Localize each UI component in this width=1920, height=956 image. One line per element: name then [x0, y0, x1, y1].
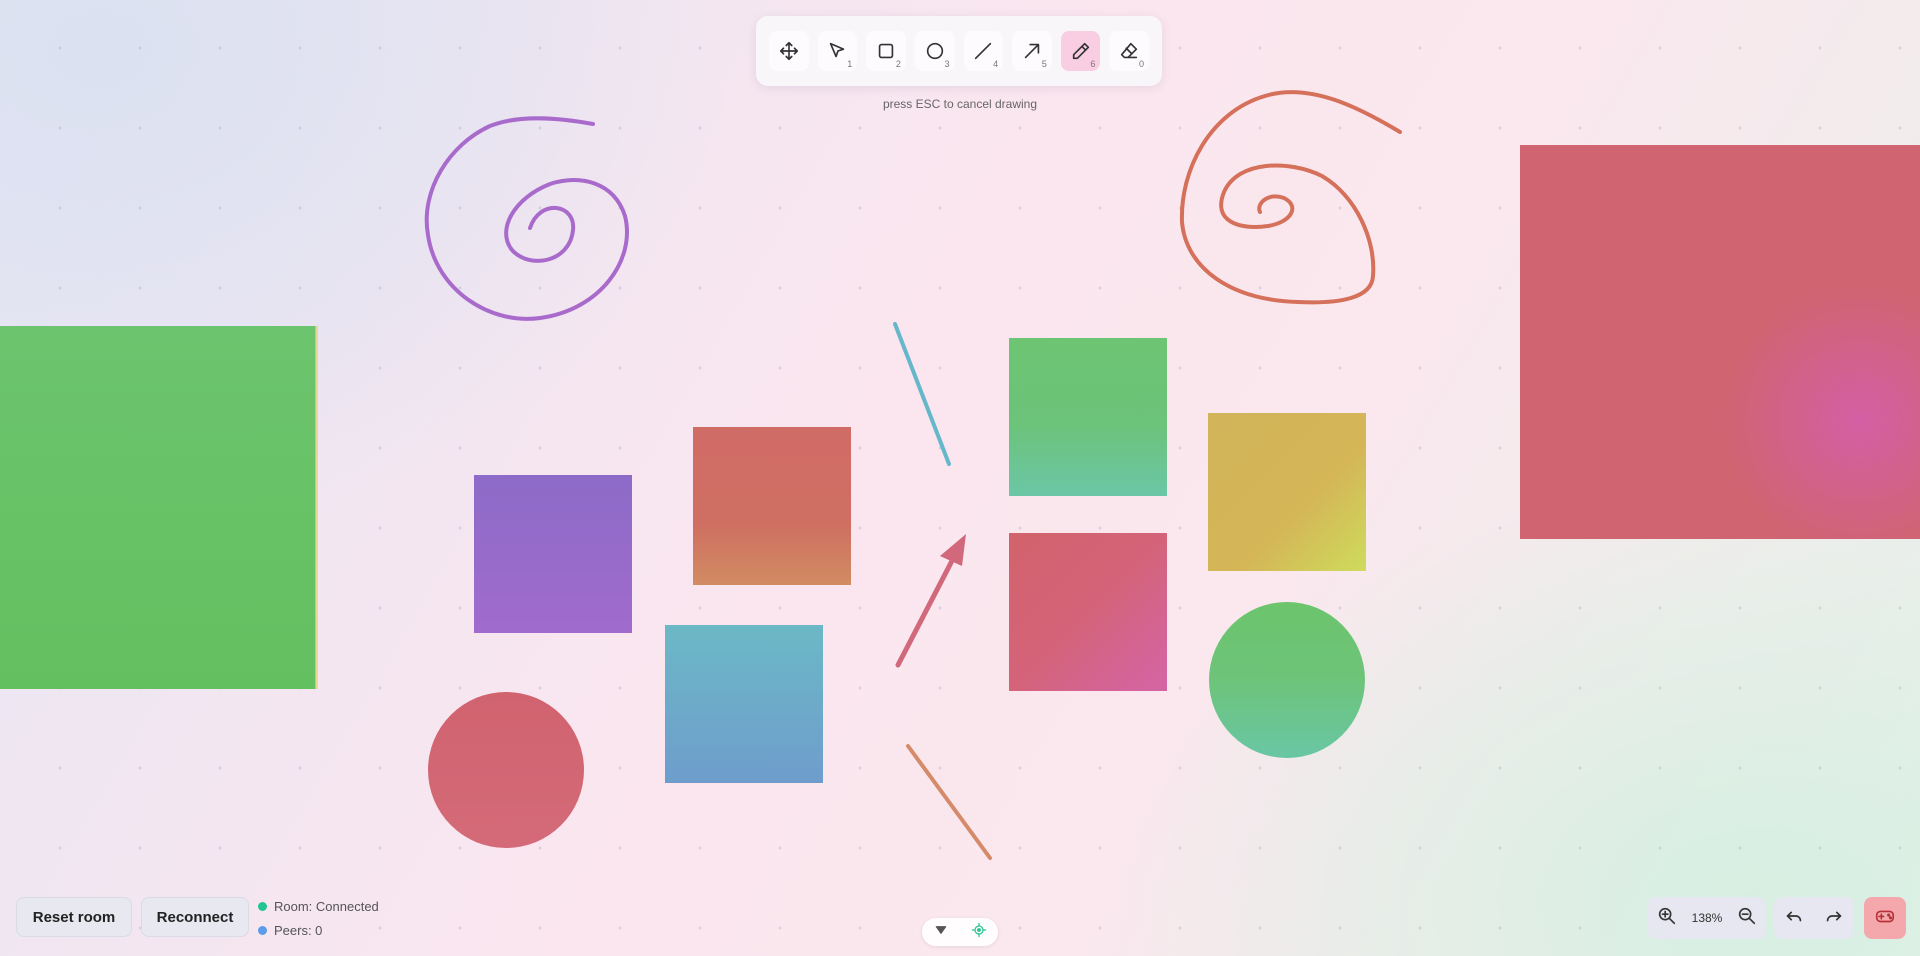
line-icon [975, 42, 992, 60]
recenter-icon[interactable] [971, 922, 987, 943]
filter-icon[interactable] [933, 922, 949, 943]
tool-key: 1 [847, 59, 853, 69]
tool-key: 5 [1041, 59, 1047, 69]
move-icon [779, 41, 798, 61]
tool-key: 3 [944, 59, 950, 69]
gamepad-icon [1874, 905, 1896, 932]
tool-pencil[interactable]: 6 [1060, 31, 1101, 71]
room-status: Room: Connected [258, 899, 379, 914]
tool-select[interactable]: 1 [817, 31, 858, 71]
peers-status-dot [258, 926, 267, 935]
red-rectangle-right[interactable] [1520, 145, 1920, 539]
tool-key: 2 [895, 59, 901, 69]
zoom-level: 138% [1691, 911, 1723, 925]
gamepad-button[interactable] [1864, 897, 1906, 939]
reconnect-button[interactable]: Reconnect [141, 897, 249, 937]
undo-icon[interactable] [1783, 905, 1805, 932]
green-teal-square[interactable] [1009, 338, 1167, 496]
tool-line[interactable]: 4 [963, 31, 1004, 71]
cyan-line[interactable] [893, 322, 951, 466]
purple-spiral[interactable] [424, 116, 629, 321]
room-status-text: Room: Connected [274, 899, 379, 914]
tool-arrow[interactable]: 5 [1012, 31, 1052, 71]
tool-eraser[interactable]: 0 [1109, 31, 1149, 71]
green-circle[interactable] [1209, 602, 1365, 758]
arrow-icon [1024, 43, 1040, 59]
blue-square[interactable] [665, 625, 823, 783]
peers-count-text: Peers: 0 [274, 923, 323, 938]
zoom-controls: 138% [1648, 897, 1766, 939]
zoom-in-icon[interactable] [1656, 905, 1678, 932]
pointer-icon [830, 42, 845, 58]
eraser-icon [1121, 42, 1138, 59]
arrow-head [940, 534, 966, 566]
redo-icon[interactable] [1823, 905, 1845, 932]
orange-spiral[interactable] [1179, 90, 1402, 305]
tool-key: 4 [993, 59, 999, 69]
drawing-hint: press ESC to cancel drawing [882, 97, 1038, 111]
drawing-canvas[interactable] [0, 0, 1920, 956]
red-circle[interactable] [428, 692, 584, 848]
view-controls [922, 918, 998, 946]
green-rectangle-left[interactable] [0, 326, 316, 689]
zoom-out-icon[interactable] [1736, 905, 1758, 932]
history-controls [1774, 897, 1854, 939]
yellow-square[interactable] [1208, 413, 1366, 571]
peers-status: Peers: 0 [258, 923, 322, 938]
pencil-icon [1072, 42, 1089, 60]
green-rectangle-edge [315, 326, 318, 689]
orange-square[interactable] [693, 427, 851, 585]
square-icon [878, 43, 894, 59]
tool-key: 6 [1090, 59, 1096, 69]
tool-palette: 1 2 3 4 5 6 0 [756, 16, 1162, 86]
circle-icon [926, 42, 943, 60]
arrow-shaft[interactable] [895, 552, 958, 668]
purple-square[interactable] [474, 475, 632, 633]
tool-key: 0 [1138, 59, 1144, 69]
reset-room-button[interactable]: Reset room [16, 897, 132, 937]
tool-ellipse[interactable]: 3 [914, 31, 955, 71]
tool-pan[interactable] [769, 31, 809, 71]
room-status-dot [258, 902, 267, 911]
tool-rectangle[interactable]: 2 [866, 31, 906, 71]
red-pink-square[interactable] [1009, 533, 1167, 691]
orange-line[interactable] [906, 744, 992, 860]
